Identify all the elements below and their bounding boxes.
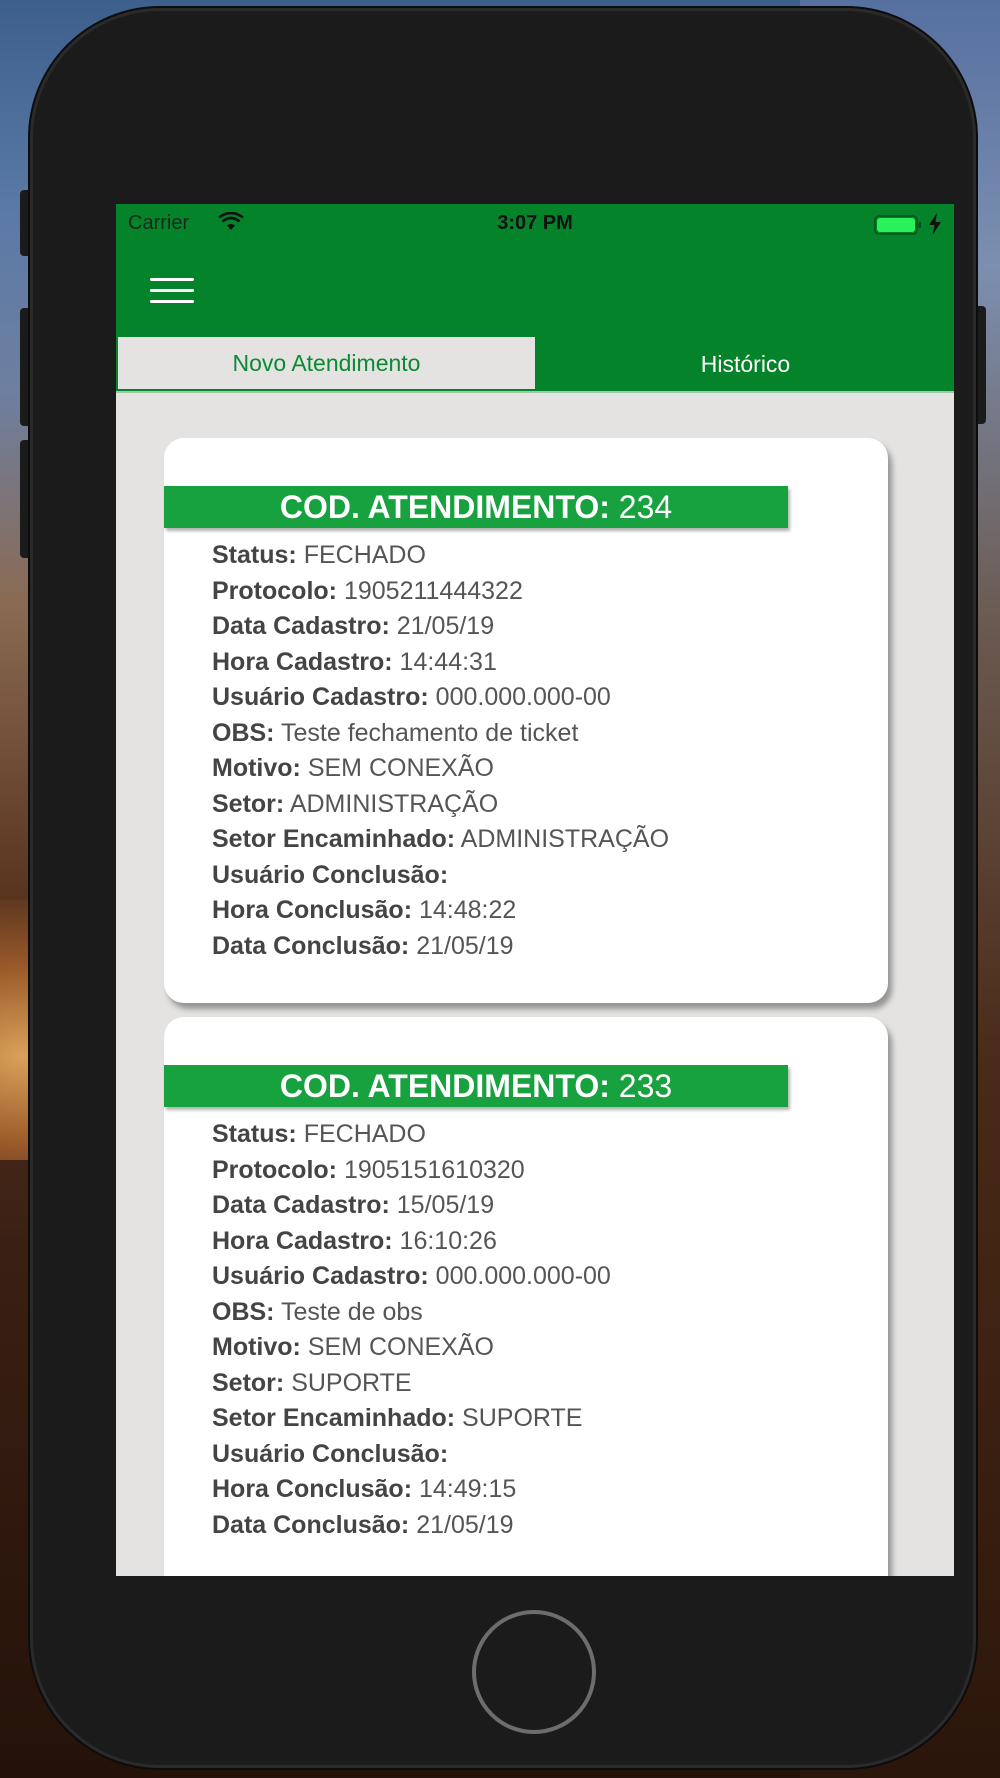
ticket-fields: Status: FECHADO Protocolo: 1905151610320 D…	[212, 1117, 878, 1543]
phone-frame: Carrier 3:07 PM Novo Atendimento Históri…	[30, 8, 976, 1768]
field-label: Hora Cadastro:	[212, 647, 393, 676]
field-label: Usuário Cadastro:	[212, 683, 429, 711]
ticket-field: Data Cadastro: 21/05/19	[212, 609, 878, 645]
field-label: Hora Cadastro:	[212, 1226, 393, 1255]
field-label: Usuário Conclusão:	[212, 1439, 449, 1468]
ticket-field: Motivo: SEM CONEXÃO	[212, 751, 878, 787]
field-value: 21/05/19	[416, 931, 514, 960]
ticket-code-header: COD. ATENDIMENTO: 234	[164, 486, 788, 528]
field-value: 1905151610320	[343, 1155, 525, 1184]
field-label: Setor Encaminhado:	[212, 825, 456, 853]
ticket-field: Data Cadastro: 15/05/19	[212, 1188, 878, 1224]
ticket-field: Status: FECHADO	[212, 1117, 878, 1153]
field-value: ADMINISTRAÇÃO	[289, 789, 499, 818]
ticket-card[interactable]: COD. ATENDIMENTO: 233 Status: FECHADO Pro…	[164, 1017, 888, 1576]
status-time: 3:07 PM	[497, 212, 573, 234]
field-label: Protocolo:	[212, 1155, 337, 1184]
field-label: Motivo:	[212, 1333, 301, 1361]
ticket-field: Usuário Cadastro: 000.000.000-00	[212, 1259, 878, 1295]
field-value: Teste fechamento de ticket	[281, 718, 579, 747]
ticket-list[interactable]: COD. ATENDIMENTO: 234 Status: FECHADO Pro…	[116, 393, 954, 1576]
ticket-field: Data Conclusão: 21/05/19	[212, 929, 878, 965]
ticket-field: Setor Encaminhado: SUPORTE	[212, 1401, 878, 1437]
ticket-field: Data Conclusão: 21/05/19	[212, 1508, 878, 1544]
field-label: Protocolo:	[212, 576, 337, 605]
ticket-code-label: COD. ATENDIMENTO:	[279, 489, 610, 525]
ticket-field: OBS: Teste fechamento de ticket	[212, 716, 878, 752]
field-label: Motivo:	[212, 754, 301, 782]
field-value: SEM CONEXÃO	[307, 1333, 494, 1361]
field-label: Data Conclusão:	[212, 931, 410, 960]
field-value: 15/05/19	[396, 1191, 495, 1219]
field-value: 14:48:22	[418, 896, 517, 924]
tab-bar: Novo Atendimento Histórico	[116, 337, 954, 393]
field-value: 21/05/19	[396, 612, 495, 640]
ticket-code-value: 233	[618, 1068, 673, 1104]
lightning-bolt-icon	[929, 213, 941, 235]
field-label: OBS:	[212, 1297, 275, 1326]
field-label: Usuário Cadastro:	[212, 1262, 429, 1290]
field-label: Data Cadastro:	[212, 612, 390, 640]
ticket-field: Protocolo: 1905151610320	[212, 1153, 878, 1189]
field-label: Data Conclusão:	[212, 1510, 410, 1539]
ticket-code-value: 234	[618, 489, 673, 525]
field-value: FECHADO	[303, 1120, 426, 1148]
ticket-field: Protocolo: 1905211444322	[212, 574, 878, 610]
ticket-fields: Status: FECHADO Protocolo: 1905211444322 D…	[212, 538, 878, 964]
field-label: Data Cadastro:	[212, 1191, 390, 1219]
field-value: ADMINISTRAÇÃO	[460, 825, 670, 853]
field-value: 21/05/19	[416, 1510, 514, 1539]
ticket-field: Hora Cadastro: 14:44:31	[212, 645, 878, 681]
battery-icon	[874, 215, 921, 235]
ticket-field: Setor Encaminhado: ADMINISTRAÇÃO	[212, 822, 878, 858]
home-button[interactable]	[472, 1610, 596, 1734]
field-value: 14:44:31	[399, 647, 497, 676]
ticket-field: Hora Conclusão: 14:48:22	[212, 893, 878, 929]
app-screen: Carrier 3:07 PM Novo Atendimento Históri…	[116, 204, 954, 1576]
ticket-field: Usuário Conclusão:	[212, 1437, 878, 1473]
field-label: Hora Conclusão:	[212, 1475, 413, 1503]
field-value: Teste de obs	[281, 1297, 423, 1326]
field-value: SEM CONEXÃO	[307, 754, 494, 782]
tab-novo-atendimento[interactable]: Novo Atendimento	[116, 337, 537, 391]
field-label: Status:	[212, 1120, 297, 1148]
ticket-card[interactable]: COD. ATENDIMENTO: 234 Status: FECHADO Pro…	[164, 438, 888, 1003]
field-label: Status:	[212, 541, 297, 569]
field-value: 16:10:26	[399, 1226, 497, 1255]
ticket-field: Usuário Cadastro: 000.000.000-00	[212, 680, 878, 716]
field-value: 14:49:15	[418, 1475, 517, 1503]
field-label: Hora Conclusão:	[212, 896, 413, 924]
ticket-field: Hora Conclusão: 14:49:15	[212, 1472, 878, 1508]
field-value: SUPORTE	[462, 1404, 583, 1432]
field-value: FECHADO	[303, 541, 426, 569]
hamburger-menu-icon[interactable]	[150, 274, 194, 308]
field-label: OBS:	[212, 718, 275, 747]
ticket-field: Motivo: SEM CONEXÃO	[212, 1330, 878, 1366]
field-value: 000.000.000-00	[435, 1262, 611, 1290]
field-label: Setor Encaminhado:	[212, 1404, 456, 1432]
ticket-code-header: COD. ATENDIMENTO: 233	[164, 1065, 788, 1107]
ticket-field: Usuário Conclusão:	[212, 858, 878, 894]
tab-historico[interactable]: Histórico	[537, 337, 954, 391]
navigation-bar	[116, 244, 954, 337]
ticket-field: Status: FECHADO	[212, 538, 878, 574]
ticket-field: Setor: ADMINISTRAÇÃO	[212, 787, 878, 823]
field-value: SUPORTE	[291, 1368, 412, 1397]
field-label: Setor:	[212, 789, 285, 818]
ticket-field: Setor: SUPORTE	[212, 1366, 878, 1402]
ticket-field: OBS: Teste de obs	[212, 1295, 878, 1331]
field-value: 1905211444322	[343, 576, 523, 605]
field-label: Usuário Conclusão:	[212, 860, 449, 889]
field-label: Setor:	[212, 1368, 285, 1397]
status-bar: Carrier 3:07 PM	[116, 204, 954, 244]
field-value: 000.000.000-00	[435, 683, 611, 711]
ticket-code-label: COD. ATENDIMENTO:	[279, 1068, 610, 1104]
ticket-field: Hora Cadastro: 16:10:26	[212, 1224, 878, 1260]
